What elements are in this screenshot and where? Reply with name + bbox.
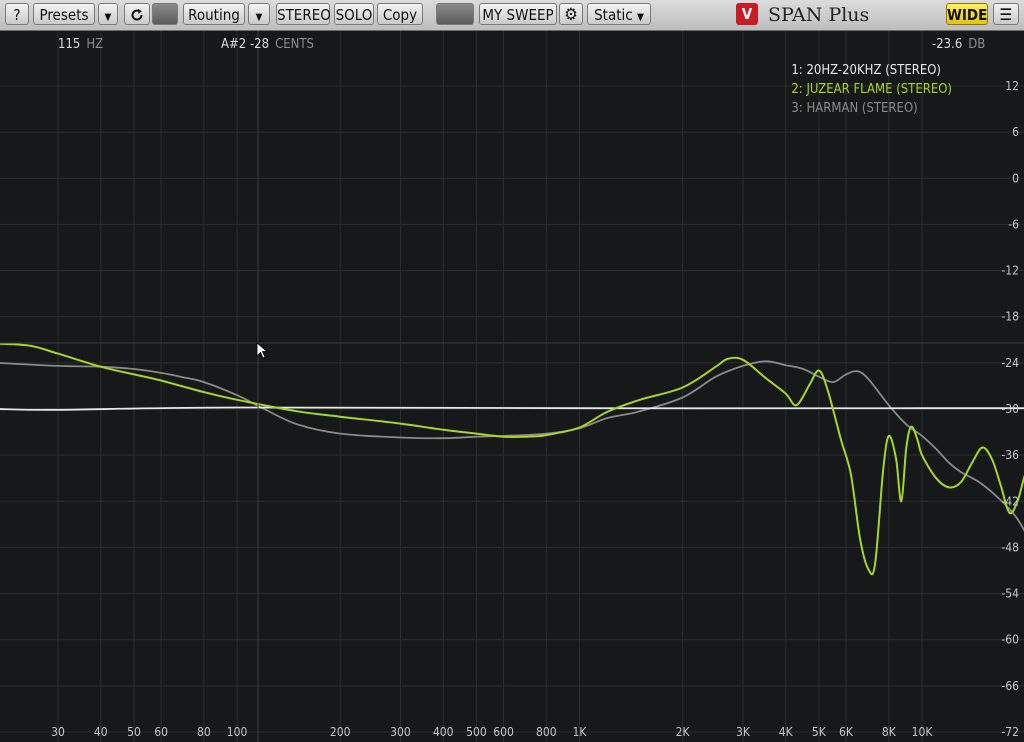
sweep-toggle[interactable] xyxy=(436,3,474,25)
y-tick-label: -72 xyxy=(1001,725,1019,739)
level-value: -23.6 xyxy=(932,37,963,52)
x-tick-label: 30 xyxy=(51,725,65,739)
level-unit: DB xyxy=(968,37,986,52)
frequency-value: 115 xyxy=(58,37,81,52)
frequency-unit: HZ xyxy=(86,37,104,52)
x-tick-label: 300 xyxy=(390,725,411,739)
routing-dropdown-button[interactable]: ▼ xyxy=(248,3,270,25)
x-tick-label: 3K xyxy=(736,725,751,739)
toolbar: ? Presets ▼ Routing ▼ STEREO SOLO Copy M… xyxy=(0,0,1024,31)
series-juzear-flame-line xyxy=(0,342,1024,576)
y-tick-label: -12 xyxy=(1001,264,1019,278)
mode-label: Static xyxy=(594,6,633,24)
x-tick-label: 80 xyxy=(197,725,211,739)
legend-item[interactable]: 2: JUZEAR FLAME (STEREO) xyxy=(791,80,952,99)
presets-dropdown-button[interactable]: ▼ xyxy=(98,3,118,25)
x-tick-label: 1K xyxy=(573,725,588,739)
legend-item[interactable]: 3: HARMAN (STEREO) xyxy=(791,99,952,118)
frequency-readout: 115 HZ xyxy=(58,37,103,52)
y-tick-label: -30 xyxy=(1001,402,1019,416)
y-tick-label: -54 xyxy=(1001,587,1019,601)
stereo-button[interactable]: STEREO xyxy=(276,3,331,25)
y-tick-label: -42 xyxy=(1001,494,1019,508)
chevron-down-icon: ▼ xyxy=(104,12,112,23)
y-tick-label: 6 xyxy=(1012,125,1019,139)
y-tick-label: -66 xyxy=(1001,679,1019,693)
reset-button[interactable] xyxy=(124,3,150,25)
x-tick-label: 8K xyxy=(882,725,897,739)
note-value: A#2 -28 xyxy=(221,37,270,52)
x-tick-label: 4K xyxy=(779,725,794,739)
spectrum-chart[interactable]: 30 40 50 60 80 100 200 300 400 500 600 800 1K 2K 3K 4K 5… xyxy=(0,31,1024,742)
chevron-down-icon: ▼ xyxy=(255,12,263,23)
x-tick-label: 400 xyxy=(433,725,454,739)
x-tick-label: 60 xyxy=(154,725,168,739)
note-readout: A#2 -28 CENTS xyxy=(221,37,314,52)
x-tick-label: 500 xyxy=(466,725,487,739)
help-button[interactable]: ? xyxy=(5,3,29,25)
y-tick-label: 0 xyxy=(1012,171,1019,185)
menu-button[interactable]: ☰ xyxy=(993,3,1019,25)
y-tick-label: -18 xyxy=(1001,310,1019,324)
presets-button[interactable]: Presets xyxy=(33,3,95,25)
x-tick-label: 5K xyxy=(812,725,827,739)
hamburger-menu-icon: ☰ xyxy=(999,5,1013,24)
y-tick-label: -60 xyxy=(1001,633,1019,647)
compare-toggle[interactable] xyxy=(152,3,178,25)
voxengo-logo: V xyxy=(736,3,758,25)
y-tick-label: -36 xyxy=(1001,448,1019,462)
x-tick-label: 100 xyxy=(227,725,248,739)
solo-button[interactable]: SOLO xyxy=(334,3,374,25)
x-tick-label: 2K xyxy=(676,725,691,739)
y-tick-label: -24 xyxy=(1001,356,1019,370)
routing-button[interactable]: Routing xyxy=(183,3,245,25)
level-readout: -23.6 DB xyxy=(932,37,985,52)
legend-item[interactable]: 1: 20HZ-20KHZ (STEREO) xyxy=(791,61,952,80)
wide-button[interactable]: WIDE xyxy=(946,3,988,25)
note-unit: CENTS xyxy=(275,37,314,52)
undo-icon xyxy=(131,8,143,21)
settings-button[interactable]: ⚙ xyxy=(559,3,583,25)
x-tick-label: 6K xyxy=(839,725,854,739)
mode-dropdown[interactable]: Static ▼ xyxy=(587,3,651,25)
spectrum-plot[interactable]: 30 40 50 60 80 100 200 300 400 500 600 800 1K 2K 3K 4K 5… xyxy=(0,31,1024,742)
app-title: SPAN Plus xyxy=(768,4,870,26)
x-tick-label: 40 xyxy=(94,725,108,739)
y-tick-label: -48 xyxy=(1001,540,1019,554)
y-tick-label: -6 xyxy=(1008,217,1019,231)
gear-icon: ⚙ xyxy=(564,5,578,25)
x-tick-label: 800 xyxy=(536,725,557,739)
sweep-button[interactable]: MY SWEEP xyxy=(479,3,557,25)
legend: 1: 20HZ-20KHZ (STEREO) 2: JUZEAR FLAME (… xyxy=(791,61,952,118)
y-tick-label: 12 xyxy=(1005,79,1019,93)
x-tick-label: 10K xyxy=(912,725,934,739)
x-tick-label: 200 xyxy=(330,725,351,739)
copy-button[interactable]: Copy xyxy=(377,3,423,25)
x-tick-label: 600 xyxy=(493,725,514,739)
chevron-down-icon: ▼ xyxy=(636,12,644,23)
x-tick-label: 50 xyxy=(127,725,141,739)
